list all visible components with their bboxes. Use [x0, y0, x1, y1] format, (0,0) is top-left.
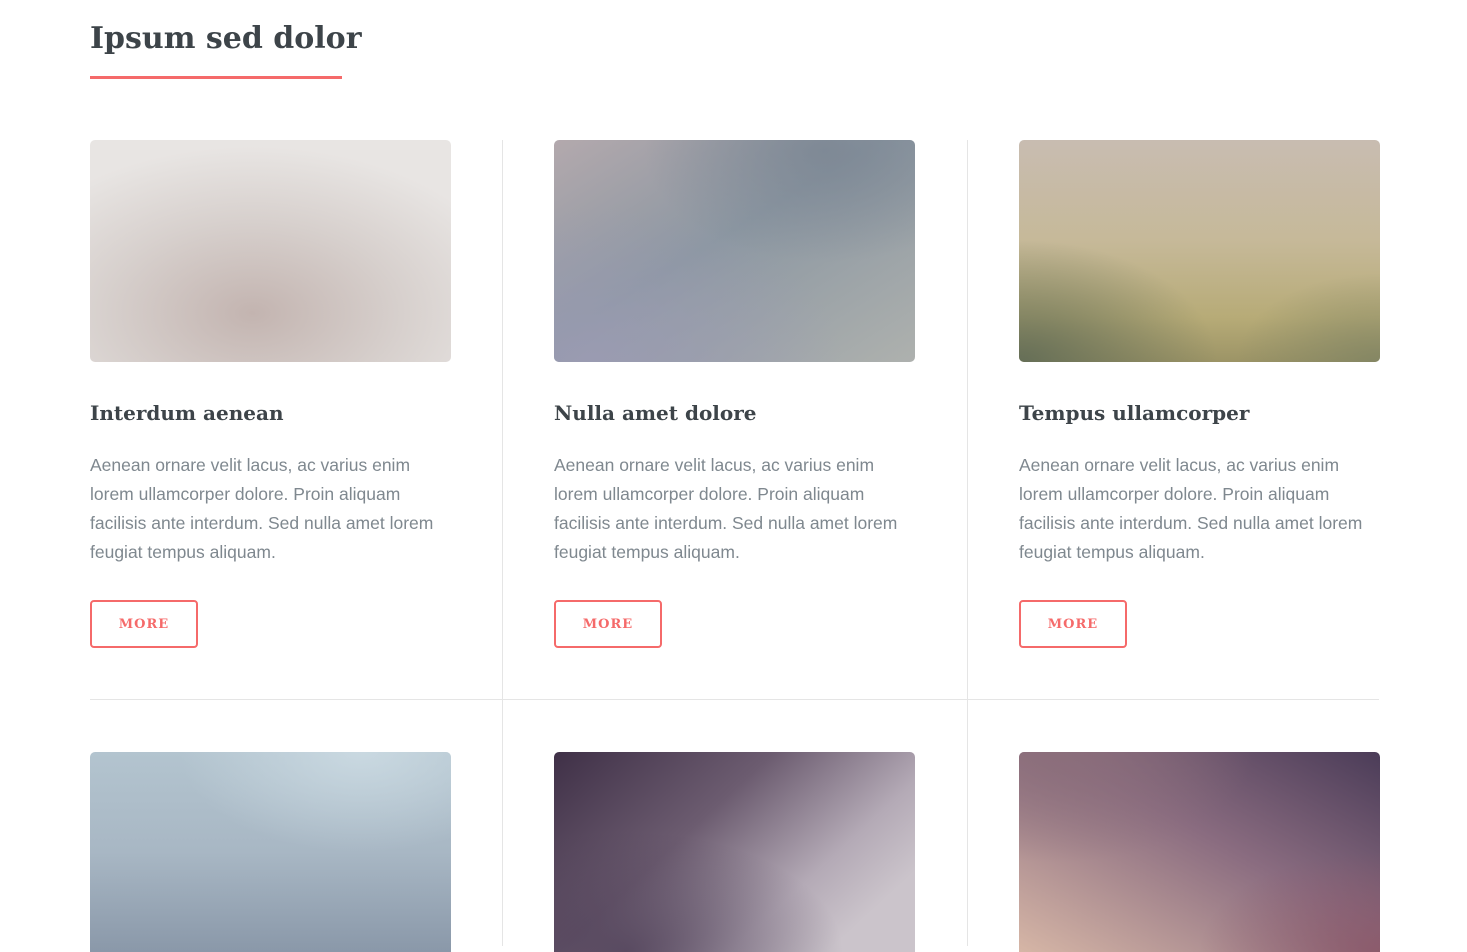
article-image[interactable] — [90, 140, 451, 362]
article-image[interactable] — [1019, 752, 1380, 952]
article-image[interactable] — [554, 140, 915, 362]
article-title[interactable]: Interdum aenean — [90, 396, 284, 430]
row-divider — [90, 699, 1379, 700]
article-text: Aenean ornare velit lacus, ac varius eni… — [1019, 455, 1363, 562]
article-title[interactable]: Nulla amet dolore — [554, 396, 757, 430]
article-image[interactable] — [90, 752, 451, 952]
article-text: Aenean ornare velit lacus, ac varius eni… — [90, 455, 434, 562]
more-button[interactable]: More — [90, 600, 198, 648]
articles-grid: Interdum aenean Aenean ornare velit lacu… — [90, 140, 1380, 952]
article-card: Nulla amet dolore Aenean ornare velit la… — [554, 140, 915, 648]
more-button[interactable]: More — [554, 600, 662, 648]
article-card: Tempus ullamcorper Aenean ornare velit l… — [1019, 140, 1380, 648]
article-title[interactable]: Tempus ullamcorper — [1019, 396, 1249, 430]
column-divider — [967, 140, 968, 946]
article-text: Aenean ornare velit lacus, ac varius eni… — [554, 455, 898, 562]
article-card: Interdum aenean Aenean ornare velit lacu… — [90, 140, 451, 648]
more-button[interactable]: More — [1019, 600, 1127, 648]
article-card — [554, 752, 915, 952]
article-image[interactable] — [554, 752, 915, 952]
section-title: Ipsum sed dolor — [90, 21, 362, 56]
column-divider — [502, 140, 503, 946]
article-card — [1019, 752, 1380, 952]
title-underline — [90, 76, 342, 79]
article-card — [90, 752, 451, 952]
article-image[interactable] — [1019, 140, 1380, 362]
